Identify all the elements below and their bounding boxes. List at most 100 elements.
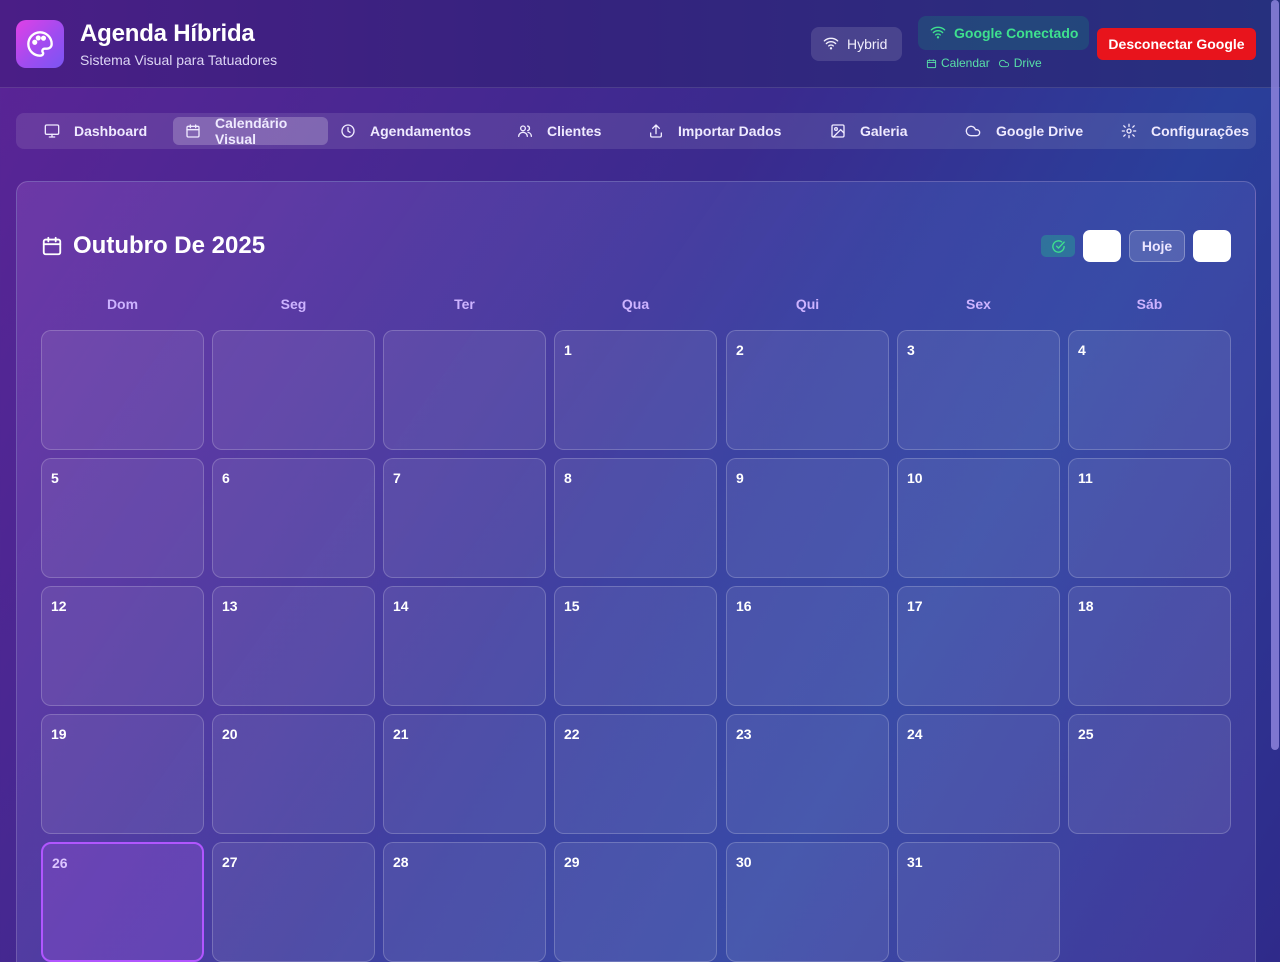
- next-month-button[interactable]: [1193, 230, 1231, 262]
- main-nav: Dashboard Calendário Visual Agendamentos…: [16, 113, 1256, 149]
- nav-item-google-drive[interactable]: Google Drive: [952, 117, 1092, 145]
- app-header: Agenda Híbrida Sistema Visual para Tatua…: [0, 0, 1280, 88]
- calendar-day-cell[interactable]: 11: [1068, 458, 1231, 578]
- month-title: Outubro De 2025: [73, 232, 266, 259]
- calendar-day-cell-today[interactable]: 26: [41, 842, 204, 962]
- calendar-day-cell[interactable]: 28: [383, 842, 546, 962]
- calendar-day-cell[interactable]: 13: [212, 586, 375, 706]
- calendar-day-cell[interactable]: 8: [554, 458, 717, 578]
- calendar-day-cell[interactable]: 30: [726, 842, 889, 962]
- calendar-day-cell[interactable]: 9: [726, 458, 889, 578]
- day-number: 25: [1078, 726, 1094, 742]
- image-icon: [831, 124, 845, 138]
- calendar-empty-cell: [41, 330, 204, 450]
- day-number: 8: [564, 470, 572, 486]
- nav-item-galeria[interactable]: Galeria: [818, 117, 928, 145]
- day-number: 30: [736, 854, 752, 870]
- today-button[interactable]: Hoje: [1129, 230, 1185, 262]
- calendar-day-cell[interactable]: 22: [554, 714, 717, 834]
- gear-icon: [1121, 123, 1137, 139]
- weekday-label: Sex: [966, 296, 991, 312]
- day-number: 21: [393, 726, 409, 742]
- weekday-label: Seg: [280, 296, 307, 312]
- day-number: 1: [564, 342, 572, 358]
- calendar-icon: [926, 58, 937, 68]
- weekday-label: Qui: [795, 296, 820, 312]
- nav-item-clientes[interactable]: Clientes: [505, 117, 615, 145]
- day-number: 11: [1078, 470, 1093, 486]
- calendar-day-cell[interactable]: 16: [726, 586, 889, 706]
- calendar-day-cell[interactable]: 27: [212, 842, 375, 962]
- calendar-day-cell[interactable]: 3: [897, 330, 1060, 450]
- hybrid-mode-label: Hybrid: [847, 36, 888, 52]
- previous-month-button[interactable]: [1083, 230, 1121, 262]
- disconnect-google-button[interactable]: Desconectar Google: [1097, 28, 1256, 60]
- nav-label-agendamentos: Agendamentos: [370, 123, 472, 139]
- page-scrollbar[interactable]: [1271, 0, 1279, 750]
- calendar-day-cell[interactable]: 21: [383, 714, 546, 834]
- day-number: 18: [1078, 598, 1094, 614]
- nav-label-dashboard: Dashboard: [74, 123, 148, 139]
- users-icon: [518, 125, 532, 137]
- check-circle-icon: [1051, 239, 1065, 253]
- day-number: 10: [907, 470, 923, 486]
- palette-logo-icon: [16, 20, 64, 68]
- calendar-day-cell[interactable]: 6: [212, 458, 375, 578]
- nav-item-agendamentos[interactable]: Agendamentos: [328, 117, 483, 145]
- nav-item-importar-dados[interactable]: Importar Dados: [636, 117, 791, 145]
- calendar-day-cell[interactable]: 5: [41, 458, 204, 578]
- app-subtitle: Sistema Visual para Tatuadores: [80, 52, 278, 68]
- monitor-icon: [44, 124, 60, 138]
- calendar-day-cell[interactable]: 24: [897, 714, 1060, 834]
- google-status-label: Google Conectado: [954, 25, 1079, 41]
- calendar-day-cell[interactable]: 19: [41, 714, 204, 834]
- day-number: 6: [222, 470, 230, 486]
- calendar-day-cell[interactable]: 18: [1068, 586, 1231, 706]
- sync-status-button[interactable]: [1041, 235, 1075, 257]
- nav-item-dashboard[interactable]: Dashboard: [32, 117, 172, 145]
- weekday-label: Qua: [621, 296, 650, 312]
- day-number: 20: [222, 726, 238, 742]
- calendar-day-cell[interactable]: 14: [383, 586, 546, 706]
- calendar-day-cell[interactable]: 23: [726, 714, 889, 834]
- calendar-icon: [186, 124, 200, 138]
- calendar-day-cell[interactable]: 31: [897, 842, 1060, 962]
- calendar-day-cell[interactable]: 7: [383, 458, 546, 578]
- google-connected-status: Google Conectado: [918, 16, 1089, 50]
- calendar-day-cell[interactable]: 12: [41, 586, 204, 706]
- day-number: 9: [736, 470, 744, 486]
- calendar-day-cell[interactable]: 17: [897, 586, 1060, 706]
- day-number: 23: [736, 726, 752, 742]
- calendar-day-cell[interactable]: 25: [1068, 714, 1231, 834]
- day-number: 14: [393, 598, 409, 614]
- day-number: 16: [736, 598, 752, 614]
- day-number: 2: [736, 342, 744, 358]
- day-number: 27: [222, 854, 238, 870]
- calendar-title: Outubro De 2025: [41, 232, 265, 260]
- clock-icon: [341, 124, 355, 138]
- service-drive-label: Drive: [1013, 56, 1042, 70]
- day-number: 29: [564, 854, 580, 870]
- calendar-day-cell[interactable]: 1: [554, 330, 717, 450]
- calendar-day-cell[interactable]: 2: [726, 330, 889, 450]
- calendar-day-cell[interactable]: 29: [554, 842, 717, 962]
- day-number: 12: [51, 598, 67, 614]
- hybrid-mode-button[interactable]: Hybrid: [811, 27, 902, 61]
- nav-item-configuracoes[interactable]: Configurações: [1109, 117, 1254, 145]
- wifi-icon: [930, 24, 946, 43]
- day-number: 7: [393, 470, 401, 486]
- day-number: 26: [52, 855, 68, 871]
- calendar-day-cell[interactable]: 4: [1068, 330, 1231, 450]
- upload-icon: [650, 124, 662, 138]
- calendar-empty-cell: [383, 330, 546, 450]
- wifi-icon: [823, 35, 839, 54]
- calendar-day-cell[interactable]: 15: [554, 586, 717, 706]
- day-number: 22: [564, 726, 580, 742]
- calendar-day-cell[interactable]: 20: [212, 714, 375, 834]
- nav-label-google-drive: Google Drive: [996, 123, 1084, 139]
- weekday-label: Dom: [106, 296, 139, 312]
- google-services: Calendar Drive: [926, 56, 1042, 70]
- cloud-icon: [998, 59, 1009, 67]
- calendar-day-cell[interactable]: 10: [897, 458, 1060, 578]
- nav-item-calendario-visual[interactable]: Calendário Visual: [173, 115, 328, 147]
